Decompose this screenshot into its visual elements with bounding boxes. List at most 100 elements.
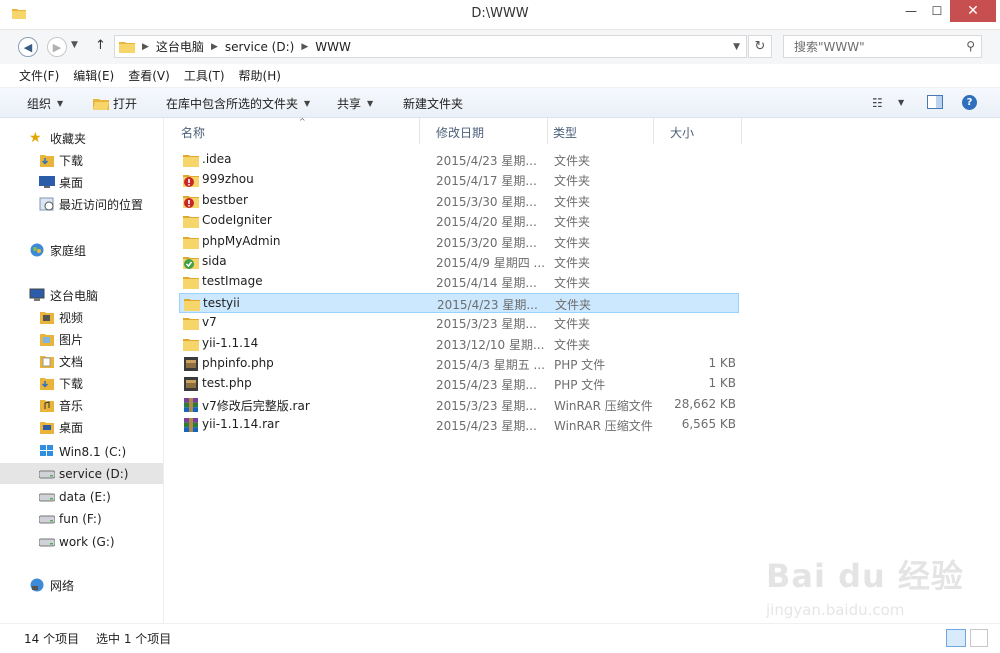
file-date: 2015/4/23 星期... xyxy=(437,297,538,312)
search-icon[interactable]: ⚲ xyxy=(966,39,975,53)
preview-pane-icon[interactable] xyxy=(927,95,943,109)
folder-icon xyxy=(183,277,199,290)
file-date: 2015/4/14 星期... xyxy=(436,276,537,291)
menu-help[interactable]: 帮助(H) xyxy=(239,67,281,84)
back-button[interactable]: ◀ xyxy=(18,37,38,57)
chevron-right-icon[interactable]: ▶ xyxy=(211,42,218,52)
nav-drive-f[interactable]: fun (F:) xyxy=(0,508,163,529)
file-type: 文件夹 xyxy=(555,297,592,312)
file-row[interactable]: phpinfo.php 2015/4/3 星期五 ... PHP 文件 1 KB xyxy=(179,354,739,374)
file-row[interactable]: phpMyAdmin 2015/3/20 星期... 文件夹 xyxy=(179,232,739,252)
nav-network[interactable]: 网络 xyxy=(0,575,163,596)
view-options-icon[interactable]: ☷ xyxy=(872,96,883,110)
file-date: 2015/3/23 星期... xyxy=(436,317,537,332)
menu-tools[interactable]: 工具(T) xyxy=(184,67,225,84)
file-row[interactable]: yii-1.1.14.rar 2015/4/23 星期... WinRAR 压缩文件… xyxy=(179,415,739,435)
share-label: 共享 xyxy=(337,97,362,111)
minimize-button[interactable]: — xyxy=(898,0,924,22)
drive-icon xyxy=(39,515,55,524)
nav-videos[interactable]: 视频 xyxy=(0,307,163,328)
large-icons-view-icon[interactable] xyxy=(970,629,988,647)
nav-downloads[interactable]: 下载 xyxy=(0,373,163,394)
file-row[interactable]: test.php 2015/4/23 星期... PHP 文件 1 KB xyxy=(179,374,739,394)
file-date: 2015/3/30 星期... xyxy=(436,194,537,209)
menu-edit[interactable]: 编辑(E) xyxy=(73,67,114,84)
forward-button[interactable]: ▶ xyxy=(47,37,67,57)
file-type: 文件夹 xyxy=(554,317,591,332)
file-row[interactable]: bestber 2015/3/30 星期... 文件夹 xyxy=(179,191,739,211)
share-button[interactable]: 共享 ▼ xyxy=(337,95,373,112)
file-size: 28,662 KB xyxy=(674,396,736,411)
file-row[interactable]: testImage 2015/4/14 星期... 文件夹 xyxy=(179,272,739,292)
nav-favorites-desktop[interactable]: 桌面 xyxy=(0,172,163,193)
include-in-library-button[interactable]: 在库中包含所选的文件夹 ▼ xyxy=(166,95,310,112)
open-label: 打开 xyxy=(113,97,138,111)
chevron-down-icon[interactable]: ▼ xyxy=(733,42,740,52)
nav-drive-e[interactable]: data (E:) xyxy=(0,486,163,507)
column-header-date[interactable]: 修改日期 xyxy=(420,118,548,144)
file-size: 6,565 KB xyxy=(681,417,736,432)
file-name: yii-1.1.14 xyxy=(202,335,259,350)
file-row[interactable]: sida 2015/4/9 星期四 ... 文件夹 xyxy=(179,252,739,272)
recent-locations-chevron-icon[interactable]: ▼ xyxy=(71,40,78,50)
breadcrumb-computer[interactable]: 这台电脑 xyxy=(156,38,204,55)
file-row[interactable]: testyii 2015/4/23 星期... 文件夹 xyxy=(179,292,739,313)
file-type: PHP 文件 xyxy=(554,378,606,393)
file-row[interactable]: v7 2015/3/23 星期... 文件夹 xyxy=(179,313,739,333)
new-folder-button[interactable]: 新建文件夹 xyxy=(403,95,463,112)
caret-down-icon: ▼ xyxy=(57,99,64,108)
file-name: testyii xyxy=(203,295,240,310)
file-row[interactable]: CodeIgniter 2015/4/20 星期... 文件夹 xyxy=(179,211,739,231)
help-icon[interactable]: ? xyxy=(962,95,977,110)
file-type: WinRAR 压缩文件 xyxy=(554,419,653,434)
nav-drive-d[interactable]: service (D:) xyxy=(0,463,163,484)
folder-conflict-icon xyxy=(183,175,199,188)
file-name: v7 xyxy=(202,315,217,330)
file-type: 文件夹 xyxy=(554,215,591,230)
chevron-right-icon[interactable]: ▶ xyxy=(301,42,308,52)
file-size: 1 KB xyxy=(708,376,736,391)
nav-drive-c[interactable]: Win8.1 (C:) xyxy=(0,441,163,462)
breadcrumb-drive[interactable]: service (D:) xyxy=(225,40,294,54)
chevron-down-icon[interactable]: ▼ xyxy=(898,98,904,107)
file-type: 文件夹 xyxy=(554,276,591,291)
nav-favorites-recent[interactable]: 最近访问的位置 xyxy=(0,194,163,215)
file-row[interactable]: 999zhou 2015/4/17 星期... 文件夹 xyxy=(179,170,739,190)
maximize-button[interactable]: ☐ xyxy=(924,0,950,22)
nav-favorites[interactable]: ★ 收藏夹 xyxy=(0,128,163,149)
folder-icon xyxy=(184,298,200,311)
open-button[interactable]: 打开 xyxy=(93,95,137,112)
address-bar[interactable]: ▶ 这台电脑 ▶ service (D:) ▶ WWW ▼ xyxy=(114,35,747,58)
search-input[interactable]: 搜索"WWW" ⚲ xyxy=(783,35,982,58)
details-view-icon[interactable] xyxy=(946,629,966,647)
close-button[interactable]: ✕ xyxy=(950,0,996,22)
column-header-size[interactable]: 大小 xyxy=(654,118,742,144)
nav-this-pc[interactable]: 这台电脑 xyxy=(0,285,163,306)
refresh-button[interactable]: ↻ xyxy=(748,35,772,58)
nav-homegroup[interactable]: 家庭组 xyxy=(0,240,163,261)
desktop-icon xyxy=(39,176,55,188)
chevron-right-icon[interactable]: ▶ xyxy=(142,42,149,52)
up-arrow-icon[interactable]: ↑ xyxy=(95,38,106,53)
file-row[interactable]: .idea 2015/4/23 星期... 文件夹 xyxy=(179,150,739,170)
column-header-name[interactable]: 名称 xyxy=(165,118,420,144)
menu-file[interactable]: 文件(F) xyxy=(19,67,59,84)
file-date: 2015/4/23 星期... xyxy=(436,419,537,434)
nav-pictures[interactable]: 图片 xyxy=(0,329,163,350)
file-row[interactable]: v7修改后完整版.rar 2015/3/23 星期... WinRAR 压缩文件 28… xyxy=(179,395,739,415)
file-date: 2015/4/3 星期五 ... xyxy=(436,358,545,372)
column-header-type[interactable]: 类型 xyxy=(537,118,654,144)
organize-button[interactable]: 组织 ▼ xyxy=(27,95,63,112)
nav-favorites-downloads[interactable]: 下载 xyxy=(0,150,163,171)
nav-desktop[interactable]: 桌面 xyxy=(0,417,163,438)
downloads-folder-icon xyxy=(40,378,54,390)
nav-music[interactable]: 音乐 xyxy=(0,395,163,416)
file-row[interactable]: yii-1.1.14 2013/12/10 星期... 文件夹 xyxy=(179,334,739,354)
menu-view[interactable]: 查看(V) xyxy=(128,67,170,84)
nav-drive-g[interactable]: work (G:) xyxy=(0,531,163,552)
file-type: PHP 文件 xyxy=(554,358,606,372)
drive-icon xyxy=(39,470,55,479)
breadcrumb-folder[interactable]: WWW xyxy=(315,40,351,54)
folder-synced-icon xyxy=(183,257,199,269)
nav-documents[interactable]: 文档 xyxy=(0,351,163,372)
